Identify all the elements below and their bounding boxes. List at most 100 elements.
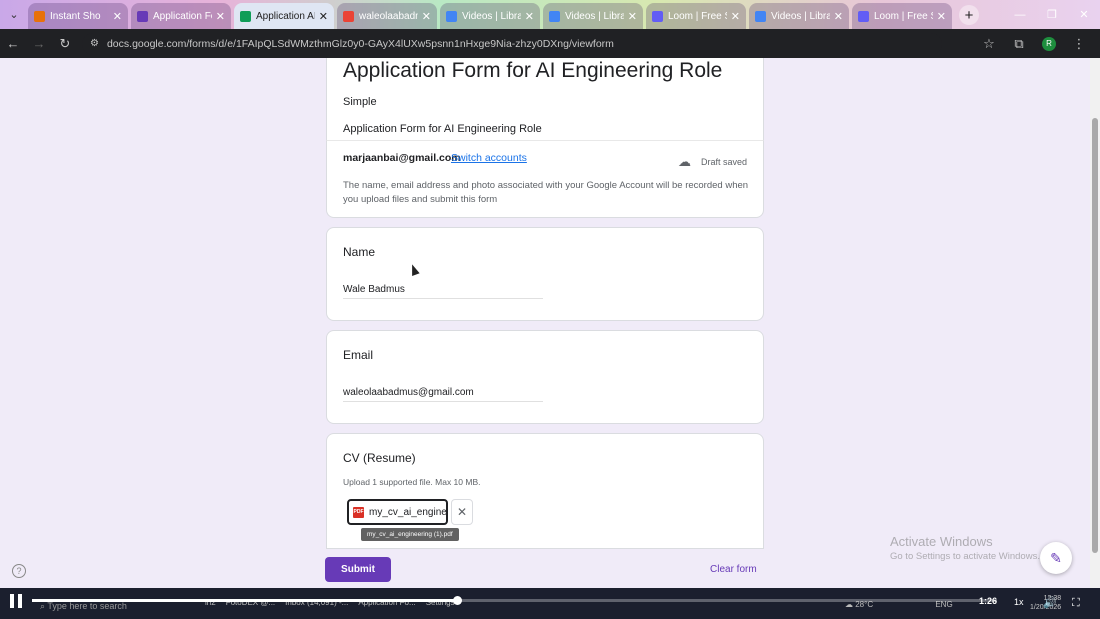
tab-favicon-icon: [343, 10, 354, 22]
clear-form-button[interactable]: Clear form: [710, 564, 757, 575]
video-progress-knob[interactable]: [453, 596, 462, 605]
email-field-underline: [343, 401, 543, 402]
bookmark-star-icon[interactable]: ☆: [974, 36, 1004, 52]
tab-close-icon[interactable]: ✕: [319, 10, 328, 23]
submit-button[interactable]: Submit: [325, 557, 391, 582]
question-label: Name: [343, 245, 376, 259]
tab-strip: ⌄ Instant Sho ✕ Application Fo ✕ Application…: [0, 0, 1100, 29]
site-info-icon[interactable]: ⚙: [90, 38, 99, 49]
question-label: Email: [343, 348, 374, 362]
tab-search-icon[interactable]: ⌄: [0, 0, 28, 29]
tab-close-icon[interactable]: ✕: [834, 10, 843, 23]
close-icon: ✕: [456, 505, 468, 519]
account-note: The name, email address and photo associ…: [343, 180, 749, 205]
tab-title: Loom | Free Sc: [874, 10, 933, 22]
window-controls: — ❐ ✕: [1004, 0, 1100, 29]
file-name-tooltip: my_cv_ai_engineering (1).pdf: [361, 528, 459, 541]
playback-speed[interactable]: 1x: [1014, 597, 1024, 607]
question-card-email: Email waleolaabadmus@gmail.com: [326, 330, 764, 424]
scrollbar-thumb[interactable]: [1092, 118, 1098, 553]
video-progress-bar[interactable]: [32, 596, 997, 605]
tab-close-icon[interactable]: ✕: [525, 10, 534, 23]
uploaded-file-chip[interactable]: PDF my_cv_ai_engine...: [347, 499, 448, 525]
browser-tab[interactable]: Videos | Libra ✕: [749, 3, 849, 29]
browser-tab[interactable]: Videos | Libra ✕: [543, 3, 643, 29]
new-tab-button[interactable]: +: [959, 5, 979, 25]
tab-title: Application AI: [256, 10, 315, 22]
tab-favicon-icon: [549, 10, 560, 22]
browser-tab[interactable]: Loom | Free Sc ✕: [852, 3, 952, 29]
switch-accounts-link[interactable]: Switch accounts: [451, 152, 527, 164]
page-scrollbar[interactable]: [1090, 58, 1100, 588]
name-field-underline: [343, 298, 543, 299]
form-subtitle: Simple: [343, 96, 377, 108]
question-card-cv: CV (Resume) Upload 1 supported file. Max…: [326, 433, 764, 549]
upload-help-text: Upload 1 supported file. Max 10 MB.: [343, 477, 481, 487]
avatar: R: [1042, 36, 1056, 51]
profile-button[interactable]: R: [1034, 36, 1064, 51]
tab-close-icon[interactable]: ✕: [113, 10, 122, 23]
tab-title: Loom | Free Sc: [668, 10, 727, 22]
edit-pencil-icon[interactable]: ✎: [1040, 542, 1072, 574]
browser-tab[interactable]: Application Fo ✕: [131, 3, 231, 29]
video-progress-fill: [32, 599, 457, 602]
tab-title: Videos | Libra: [462, 10, 521, 22]
form-title: Application Form for AI Engineering Role: [343, 59, 723, 82]
watermark-line-2: Go to Settings to activate Windows.: [890, 551, 1040, 562]
tab-close-icon[interactable]: ✕: [216, 10, 225, 23]
tab-favicon-icon: [858, 10, 869, 22]
tab-close-icon[interactable]: ✕: [422, 10, 431, 23]
forward-icon[interactable]: →: [26, 31, 52, 57]
tab-title: Application Fo: [153, 10, 212, 22]
question-card-name: Name Wale Badmus: [326, 227, 764, 321]
file-name: my_cv_ai_engine...: [369, 506, 448, 518]
browser-tab[interactable]: Videos | Libra ✕: [440, 3, 540, 29]
activate-windows-watermark: Activate Windows Go to Settings to activ…: [890, 534, 1040, 562]
browser-tab[interactable]: Instant Sho ✕: [28, 3, 128, 29]
pause-icon[interactable]: [10, 594, 22, 608]
tab-favicon-icon: [755, 10, 766, 22]
close-window-icon[interactable]: ✕: [1068, 0, 1100, 29]
tab-title: waleolaabadm: [359, 10, 418, 22]
reload-icon[interactable]: ↻: [52, 31, 78, 57]
video-elapsed-time: 1:26: [979, 596, 998, 606]
fullscreen-icon[interactable]: ⛶: [1072, 597, 1080, 610]
name-field[interactable]: Wale Badmus: [343, 284, 405, 295]
remove-file-button[interactable]: ✕: [451, 499, 473, 525]
back-icon[interactable]: ←: [0, 31, 26, 57]
tab-favicon-icon: [34, 10, 45, 22]
question-label: CV (Resume): [343, 451, 416, 465]
tab-favicon-icon: [137, 10, 148, 22]
taskbar-search-input[interactable]: ⌕ Type here to search: [40, 601, 127, 612]
tab-title: Videos | Libra: [771, 10, 830, 22]
email-field[interactable]: waleolaabadmus@gmail.com: [343, 387, 474, 398]
browser-tab[interactable]: Application AI ✕: [234, 3, 334, 29]
browser-tab[interactable]: Loom | Free Sc ✕: [646, 3, 746, 29]
account-block: marjaanbai@gmail.com Switch accounts ☁ D…: [326, 140, 764, 218]
search-placeholder: Type here to search: [47, 601, 127, 611]
extensions-icon[interactable]: ⧉: [1004, 36, 1034, 52]
browser-toolbar: ← → ↻ ⚙ docs.google.com/forms/d/e/1FAIpQ…: [0, 29, 1100, 58]
browser-tab[interactable]: waleolaabadm ✕: [337, 3, 437, 29]
tab-title: Videos | Libra: [565, 10, 624, 22]
menu-dots-icon[interactable]: ⋮: [1064, 36, 1094, 52]
help-icon[interactable]: ?: [12, 564, 26, 578]
address-bar[interactable]: ⚙ docs.google.com/forms/d/e/1FAIpQLSdWMz…: [82, 32, 942, 55]
cloud-saved-icon: ☁: [677, 154, 691, 169]
draft-status: ☁ Draft saved: [678, 154, 747, 170]
draft-status-text: Draft saved: [700, 157, 747, 167]
tab-close-icon[interactable]: ✕: [628, 10, 637, 23]
tab-close-icon[interactable]: ✕: [937, 10, 946, 23]
tab-favicon-icon: [652, 10, 663, 22]
tab-favicon-icon: [240, 10, 251, 22]
minimize-icon[interactable]: —: [1004, 0, 1036, 29]
tab-close-icon[interactable]: ✕: [731, 10, 740, 23]
account-email: marjaanbai@gmail.com: [343, 152, 461, 164]
volume-icon[interactable]: 🔊: [1043, 596, 1057, 609]
tab-favicon-icon: [446, 10, 457, 22]
watermark-line-1: Activate Windows: [890, 534, 993, 549]
tab-title: Instant Sho: [50, 10, 101, 22]
restore-icon[interactable]: ❐: [1036, 0, 1068, 29]
pdf-file-icon: PDF: [353, 506, 364, 518]
form-description: Application Form for AI Engineering Role: [343, 123, 542, 135]
